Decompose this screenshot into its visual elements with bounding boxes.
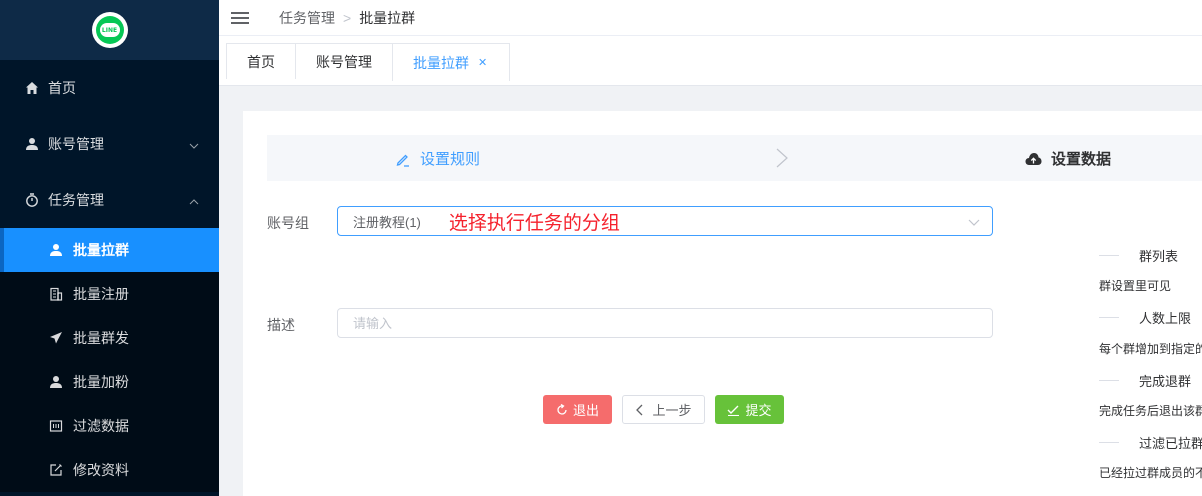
exit-button-label: 退出 [572, 403, 599, 418]
divider [1099, 380, 1119, 381]
step-set-rules: 设置规则 [395, 148, 480, 169]
sidebar-item-accounts[interactable]: 账号管理 [0, 116, 219, 172]
chevron-up-icon [189, 194, 199, 210]
cloud-upload-icon [1025, 152, 1042, 166]
user-icon [24, 136, 40, 152]
breadcrumb-separator-icon: > [343, 9, 352, 26]
tab-batch-group[interactable]: 批量拉群 ✕ [392, 43, 511, 81]
help-title-text: 过滤已拉群 [1139, 436, 1202, 451]
account-group-label: 账号组 [267, 215, 309, 231]
description-label: 描述 [267, 317, 295, 333]
logo-area: LINE [0, 0, 219, 60]
sidebar-item-label: 修改资料 [73, 462, 129, 478]
sidebar-item-batch-follow[interactable]: 批量加粉 [0, 360, 219, 404]
step-label: 设置规则 [420, 151, 481, 168]
chevron-down-icon [968, 215, 980, 231]
tab-label: 首页 [247, 53, 275, 70]
edit-icon [48, 462, 64, 478]
prev-step-button-label: 上一步 [652, 403, 692, 418]
main-content: 设置规则 设置数据 账号组 注册教程(1) 选择执行任务的分组 描述 退出 上一… [243, 111, 1202, 496]
sidebar-item-label: 首页 [48, 80, 76, 96]
sidebar-item-label: 过滤数据 [73, 418, 129, 434]
account-group-annotation: 选择执行任务的分组 [448, 212, 620, 234]
sidebar-item-label: 任务管理 [48, 192, 104, 208]
top-header: 任务管理 > 批量拉群 [219, 0, 1202, 36]
chevron-left-icon [635, 404, 643, 416]
sidebar-item-home[interactable]: 首页 [0, 60, 219, 116]
chevron-right-icon [775, 148, 789, 171]
help-title-text: 群列表 [1139, 249, 1179, 264]
breadcrumb-parent[interactable]: 任务管理 [279, 8, 335, 28]
sidebar-item-label: 账号管理 [48, 136, 104, 152]
divider [1099, 255, 1119, 256]
step-label: 设置数据 [1051, 151, 1112, 168]
help-title: 群列表 [1099, 246, 1178, 265]
exit-button[interactable]: 退出 [543, 395, 612, 424]
sidebar-item-label: 批量加粉 [73, 374, 129, 390]
step-set-data: 设置数据 [1025, 148, 1111, 169]
submit-button-label: 提交 [745, 403, 772, 418]
help-title-text: 人数上限 [1139, 311, 1192, 326]
sidebar-item-edit-profile[interactable]: 修改资料 [0, 448, 219, 492]
sidebar-item-batch-group[interactable]: 批量拉群 [0, 228, 219, 272]
sidebar-item-batch-register[interactable]: 批量注册 [0, 272, 219, 316]
sidebar-item-batch-send[interactable]: 批量群发 [0, 316, 219, 360]
divider [1099, 442, 1119, 443]
menu-toggle-icon[interactable] [231, 9, 249, 27]
user-icon [48, 242, 64, 258]
sidebar-item-label: 批量拉群 [73, 242, 129, 258]
stopwatch-icon [24, 192, 40, 208]
help-title: 完成退群 [1099, 371, 1191, 390]
help-desc: 已经拉过群成员的不 [1099, 466, 1202, 480]
building-icon [48, 286, 64, 302]
task-submenu: 批量拉群 批量注册 批量群发 批量加粉 过滤数据 修改资料 [0, 228, 219, 492]
line-logo-text: LINE [99, 23, 120, 37]
help-desc: 每个群增加到指定的 [1099, 342, 1202, 356]
tab-home[interactable]: 首页 [226, 43, 296, 79]
chevron-down-icon [189, 138, 199, 154]
tab-accounts[interactable]: 账号管理 [295, 43, 393, 79]
tab-label: 账号管理 [316, 53, 372, 70]
prev-step-button[interactable]: 上一步 [622, 395, 705, 424]
sidebar-item-label: 批量群发 [73, 330, 129, 346]
sidebar-item-tasks[interactable]: 任务管理 [0, 172, 219, 228]
line-logo-icon[interactable]: LINE [91, 12, 128, 48]
sidebar-item-filter-data[interactable]: 过滤数据 [0, 404, 219, 448]
close-icon[interactable]: ✕ [478, 56, 487, 69]
help-title: 人数上限 [1099, 308, 1191, 327]
steps-bar: 设置规则 设置数据 [267, 135, 1202, 181]
filter-box-icon [48, 418, 64, 434]
sidebar-item-label: 批量注册 [73, 286, 129, 302]
account-group-value: 注册教程(1) [353, 214, 421, 230]
check-edit-icon [727, 404, 740, 416]
page-tabs: 首页 账号管理 批量拉群 ✕ [219, 36, 1202, 86]
description-input[interactable] [337, 308, 993, 338]
refresh-icon [556, 403, 568, 416]
divider [1099, 317, 1119, 318]
breadcrumb-current: 批量拉群 [359, 9, 416, 26]
help-desc: 群设置里可见 [1099, 279, 1172, 293]
help-title: 过滤已拉群 [1099, 433, 1202, 452]
tab-label: 批量拉群 [413, 54, 469, 71]
user-icon [48, 374, 64, 390]
help-title-text: 完成退群 [1139, 374, 1192, 389]
sidebar: LINE 首页 账号管理 任务管理 批量拉群 批量注册 批量群发 批量加粉 过滤… [0, 0, 219, 496]
help-panel: 群列表 群设置里可见 人数上限 每个群增加到指定的 完成退群 完成任务后退出该群… [1099, 246, 1202, 496]
help-desc: 完成任务后退出该群 [1099, 404, 1202, 418]
line-logo-badge: LINE [95, 16, 124, 44]
edit-icon [395, 151, 411, 167]
send-icon [48, 330, 64, 346]
submit-button[interactable]: 提交 [715, 395, 784, 424]
breadcrumb: 任务管理 > 批量拉群 [279, 8, 415, 28]
account-group-select[interactable]: 注册教程(1) 选择执行任务的分组 [337, 206, 993, 236]
home-icon [24, 80, 40, 96]
